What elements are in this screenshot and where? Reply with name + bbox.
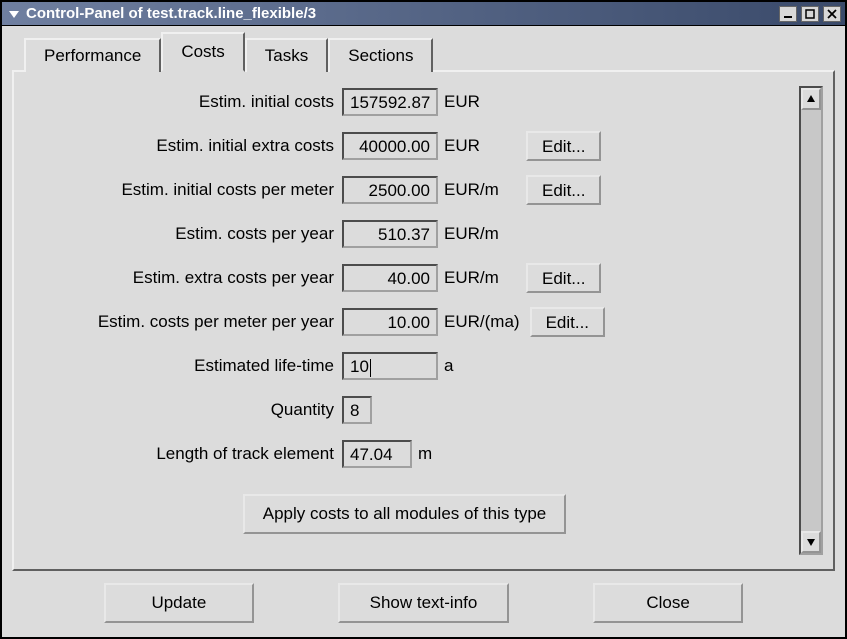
unit-eur: EUR [444,136,516,156]
tab-strip: Performance Costs Tasks Sections [24,32,835,70]
edit-extra-per-year-button[interactable]: Edit... [526,263,601,293]
label-costs-per-year: Estim. costs per year [18,224,342,244]
label-per-meter-per-year: Estim. costs per meter per year [18,312,342,332]
close-button[interactable]: Close [593,583,743,623]
tab-costs[interactable]: Costs [161,32,244,72]
row-initial-per-meter: Estim. initial costs per meter 2500.00 E… [18,174,791,206]
unit-eur: EUR [444,92,516,112]
vertical-scrollbar[interactable] [799,86,823,555]
row-per-meter-per-year: Estim. costs per meter per year 10.00 EU… [18,306,791,338]
tab-tasks[interactable]: Tasks [245,38,328,72]
label-extra-per-year: Estim. extra costs per year [18,268,342,288]
unit-eur-ma: EUR/(ma) [444,312,520,332]
unit-eur-m: EUR/m [444,224,516,244]
value-initial-extra: 40000.00 [342,132,438,160]
row-lifetime: Estimated life-time 10 a [18,350,791,382]
tab-performance[interactable]: Performance [24,38,161,72]
app-menu-icon[interactable] [6,6,22,22]
unit-eur-m: EUR/m [444,180,516,200]
tab-sections[interactable]: Sections [328,38,433,72]
value-costs-per-year: 510.37 [342,220,438,248]
value-initial-costs: 157592.87 [342,88,438,116]
label-quantity: Quantity [18,400,342,420]
input-quantity[interactable]: 8 [342,396,372,424]
scroll-down-icon[interactable] [801,531,821,553]
edit-initial-per-meter-button[interactable]: Edit... [526,175,601,205]
tab-panel-costs: Estim. initial costs 157592.87 EUR Estim… [12,70,835,571]
input-lifetime[interactable]: 10 [342,352,438,380]
label-initial-costs: Estim. initial costs [18,92,342,112]
row-costs-per-year: Estim. costs per year 510.37 EUR/m [18,218,791,250]
window-title: Control-Panel of test.track.line_flexibl… [26,5,779,22]
unit-eur-m: EUR/m [444,268,516,288]
unit-a: a [444,356,516,376]
edit-per-meter-per-year-button[interactable]: Edit... [530,307,605,337]
row-initial-extra: Estim. initial extra costs 40000.00 EUR … [18,130,791,162]
bottom-button-bar: Update Show text-info Close [12,571,835,627]
row-quantity: Quantity 8 [18,394,791,426]
close-window-button[interactable] [823,6,841,22]
scroll-track[interactable] [801,110,821,531]
minimize-button[interactable] [779,6,797,22]
input-length[interactable]: 47.04 [342,440,412,468]
value-extra-per-year: 40.00 [342,264,438,292]
titlebar: Control-Panel of test.track.line_flexibl… [2,2,845,26]
row-extra-per-year: Estim. extra costs per year 40.00 EUR/m … [18,262,791,294]
window-frame: Control-Panel of test.track.line_flexibl… [0,0,847,639]
show-textinfo-button[interactable]: Show text-info [338,583,510,623]
value-initial-per-meter: 2500.00 [342,176,438,204]
scroll-up-icon[interactable] [801,88,821,110]
label-lifetime: Estimated life-time [18,356,342,376]
row-length: Length of track element 47.04 m [18,438,791,470]
value-per-meter-per-year: 10.00 [342,308,438,336]
client-area: Performance Costs Tasks Sections Estim. … [2,26,845,637]
label-length: Length of track element [18,444,342,464]
unit-m: m [418,444,490,464]
update-button[interactable]: Update [104,583,254,623]
label-initial-per-meter: Estim. initial costs per meter [18,180,342,200]
maximize-button[interactable] [801,6,819,22]
apply-costs-button[interactable]: Apply costs to all modules of this type [243,494,566,534]
row-initial-costs: Estim. initial costs 157592.87 EUR [18,86,791,118]
label-initial-extra: Estim. initial extra costs [18,136,342,156]
edit-initial-extra-button[interactable]: Edit... [526,131,601,161]
